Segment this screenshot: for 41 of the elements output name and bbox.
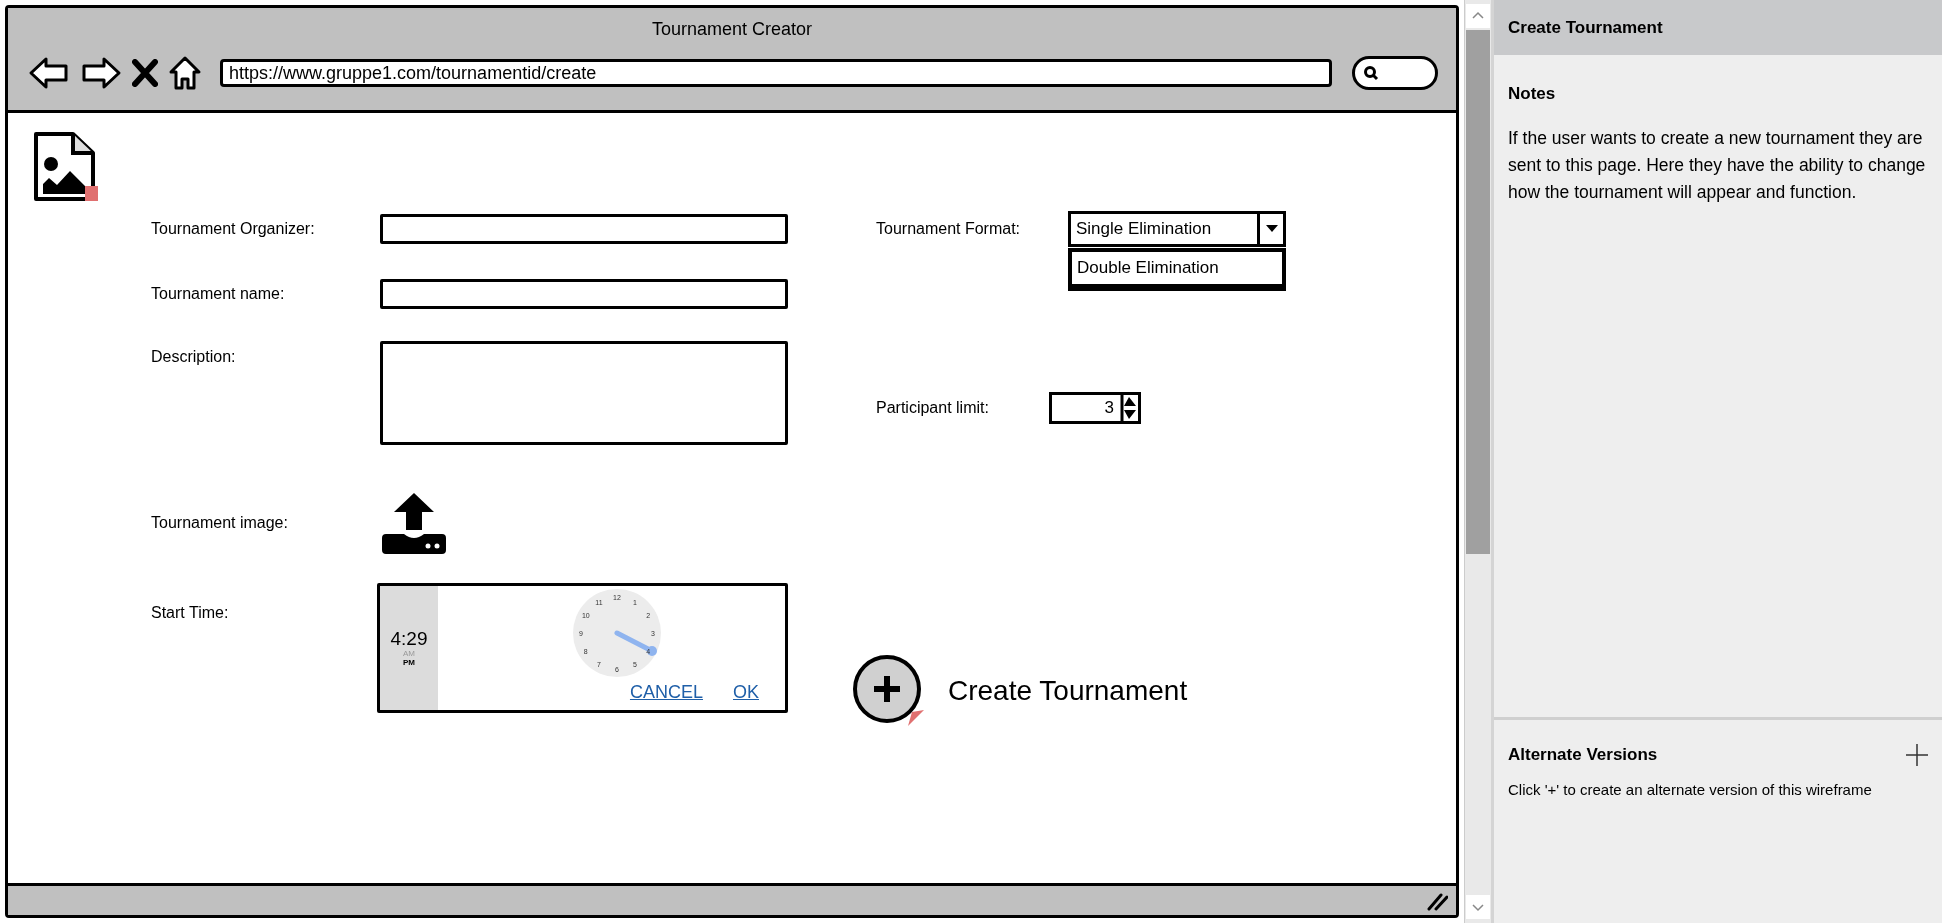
period-option[interactable]: PM	[403, 658, 415, 667]
caret-icon	[1265, 225, 1278, 233]
notes-heading: Notes	[1508, 83, 1557, 105]
format-dropdown[interactable]: Single Elimination	[1068, 211, 1286, 247]
window-title: Tournament Creator	[651, 18, 813, 41]
add-icon[interactable]	[1906, 743, 1928, 766]
stepper-value: 3	[1103, 397, 1115, 420]
panel-title: Create Tournament	[1508, 16, 1663, 39]
search-icon	[1363, 65, 1379, 81]
field-label: Tournament name:	[151, 284, 286, 304]
field-label: Tournament image:	[151, 513, 289, 533]
search-field[interactable]	[1352, 56, 1438, 90]
field-label: Participant limit:	[876, 398, 990, 418]
scroll-thumb[interactable]	[1466, 30, 1490, 554]
link[interactable]: CANCEL	[629, 682, 703, 702]
scrollbar[interactable]	[1464, 0, 1491, 923]
create-tournament-button[interactable]: Create Tournament	[852, 654, 1286, 728]
alternate-versions-text: Click '+' to create an alternate version of this wireframe	[1508, 779, 1873, 800]
text-field[interactable]	[380, 214, 788, 244]
field-label: Description:	[151, 347, 237, 367]
dropdown-value: Single Elimination	[1075, 218, 1213, 241]
upload-icon[interactable]	[380, 492, 448, 554]
stepper-arrows-icon[interactable]	[1120, 395, 1138, 421]
field-label: Tournament Organizer:	[151, 219, 316, 239]
forward-icon[interactable]	[80, 56, 122, 90]
url-field[interactable]: https://www.gruppe1.com/tournamentid/create	[220, 59, 1332, 87]
notes-text: If the user wants to create a new tournament they are sent to this page. Here they have the ability to change how the tournament will appear and function.	[1508, 126, 1927, 204]
close-icon[interactable]	[132, 59, 158, 87]
back-icon[interactable]	[28, 56, 70, 90]
plus-circle-icon	[852, 654, 926, 728]
number-stepper[interactable]: 3	[1049, 392, 1141, 424]
home-icon[interactable]	[168, 55, 202, 91]
alternate-versions-heading: Alternate Versions	[1508, 744, 1658, 766]
link[interactable]: OK	[733, 682, 759, 702]
field-label: Tournament Format:	[876, 219, 1022, 239]
dropdown-option[interactable]: Double Elimination	[1072, 252, 1282, 287]
time-display: 4:29	[390, 629, 428, 649]
description-field[interactable]	[380, 341, 788, 445]
field-label: Start Time:	[151, 603, 230, 623]
url-text: https://www.gruppe1.com/tournamentid/create	[229, 61, 597, 85]
text-field[interactable]	[380, 279, 788, 309]
